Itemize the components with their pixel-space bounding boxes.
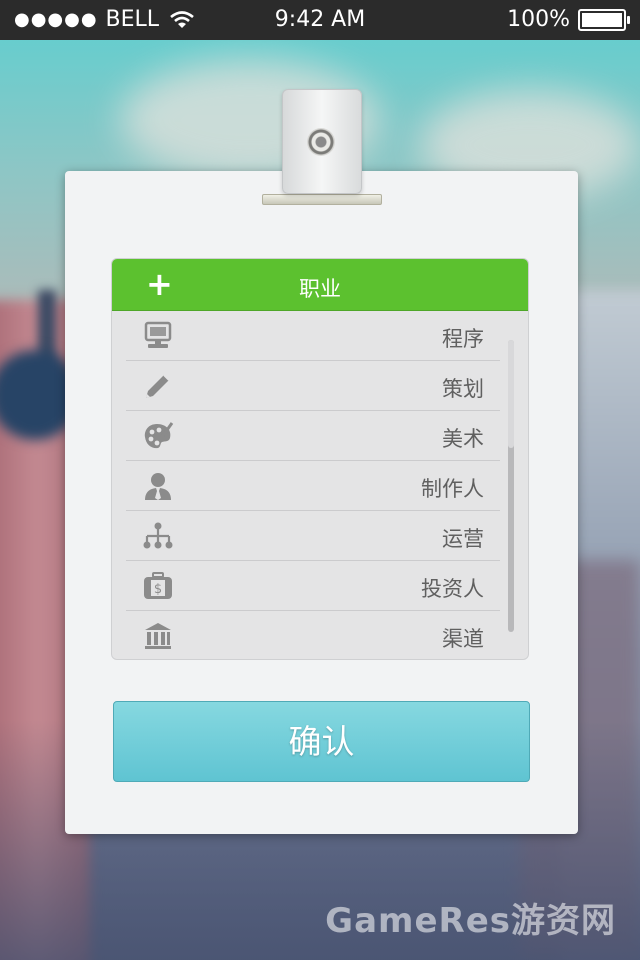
list-item-channel[interactable]: 渠道 xyxy=(126,611,500,659)
list-item-label: 策划 xyxy=(442,377,484,401)
list-item-label: 程序 xyxy=(442,327,484,351)
panel-title: 职业 xyxy=(299,277,341,301)
person-tie-icon xyxy=(145,473,171,500)
list-scrollbar[interactable] xyxy=(508,340,514,632)
palette-icon xyxy=(144,422,174,449)
list-item-planning[interactable]: 策划 xyxy=(126,361,500,411)
computer-icon xyxy=(144,321,172,348)
list-item-label: 投资人 xyxy=(421,577,484,601)
profession-list-panel: + 职业 程序 策划 美术 制作人 运营 $ 投资人 渠道 xyxy=(111,258,529,660)
list-item-operations[interactable]: 运营 xyxy=(126,511,500,561)
scrollbar-thumb[interactable] xyxy=(508,340,514,448)
list-item-programming[interactable]: 程序 xyxy=(126,311,500,361)
list-item-label: 运营 xyxy=(442,527,484,551)
list-item-label: 渠道 xyxy=(442,627,484,651)
battery-icon xyxy=(578,8,630,31)
confirm-button[interactable]: 确认 xyxy=(113,701,530,782)
list-item-producer[interactable]: 制作人 xyxy=(126,461,500,511)
bank-icon xyxy=(145,623,171,649)
clip-slot xyxy=(262,194,382,205)
watermark: GameRes游资网 xyxy=(325,901,616,941)
org-chart-icon xyxy=(143,522,173,549)
profession-list[interactable]: 程序 策划 美术 制作人 运营 $ 投资人 渠道 xyxy=(112,311,528,659)
clipboard-clip xyxy=(282,89,362,194)
list-item-art[interactable]: 美术 xyxy=(126,411,500,461)
list-item-investor[interactable]: $ 投资人 xyxy=(126,561,500,611)
list-item-label: 美术 xyxy=(442,427,484,451)
status-bar: ●●●●● BELL 9:42 AM 100% xyxy=(0,0,640,40)
rivet-icon xyxy=(307,128,335,156)
briefcase-dollar-icon: $ xyxy=(144,572,172,599)
svg-text:$: $ xyxy=(154,582,162,597)
pen-icon xyxy=(146,374,170,398)
list-item-label: 制作人 xyxy=(421,477,484,501)
panel-header: + 职业 xyxy=(112,259,528,311)
battery-percent: 100% xyxy=(507,7,570,32)
